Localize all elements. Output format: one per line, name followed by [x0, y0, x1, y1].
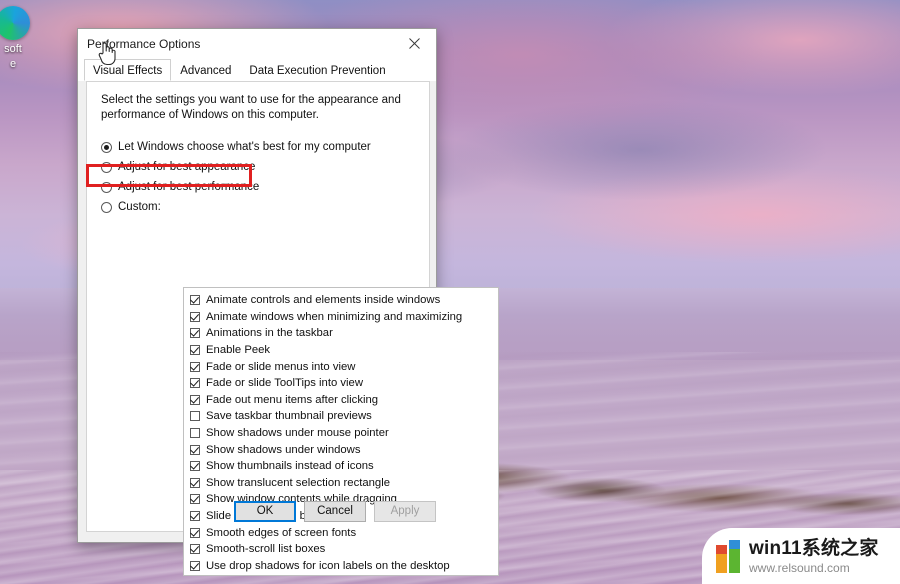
checkbox-icon	[190, 328, 200, 339]
checkbox-icon	[190, 461, 200, 472]
radio-button-icon	[101, 201, 112, 213]
desktop-icon-edge[interactable]: soft e	[0, 6, 40, 70]
checkbox-label: Animations in the taskbar	[206, 327, 333, 340]
checkbox-label: Show translucent selection rectangle	[206, 476, 390, 489]
checkbox-icon	[190, 477, 200, 488]
checkbox-label: Smooth edges of screen fonts	[206, 526, 357, 539]
checkbox-icon	[190, 560, 200, 571]
checkbox-label: Show shadows under mouse pointer	[206, 427, 389, 440]
checkbox-label: Smooth-scroll list boxes	[206, 543, 326, 556]
win11-logo-icon	[716, 539, 740, 573]
radio-button-icon	[101, 141, 112, 153]
checkbox-row[interactable]: Animate controls and elements inside win…	[190, 292, 498, 309]
radio-label: Let Windows choose what's best for my co…	[118, 141, 371, 153]
watermark-text: win11系统之家 www.relsound.com	[749, 539, 879, 574]
checkbox-row[interactable]: Enable Peek	[190, 342, 498, 359]
checkbox-icon	[190, 428, 200, 439]
checkbox-row[interactable]: Animate windows when minimizing and maxi…	[190, 309, 498, 326]
performance-radio-group: Let Windows choose what's best for my co…	[101, 137, 429, 217]
radio-adjust-for-best-performance[interactable]: Adjust for best performance	[101, 177, 429, 197]
tab-bar: Visual Effects Advanced Data Execution P…	[78, 59, 436, 81]
apply-button[interactable]: Apply	[374, 501, 436, 522]
checkbox-label: Enable Peek	[206, 344, 271, 357]
cancel-button[interactable]: Cancel	[304, 501, 366, 522]
checkbox-row[interactable]: Fade or slide menus into view	[190, 358, 498, 375]
checkbox-icon	[190, 444, 200, 455]
checkbox-icon	[190, 361, 200, 372]
checkbox-icon	[190, 311, 200, 322]
checkbox-icon	[190, 295, 200, 306]
radio-label: Adjust for best performance	[118, 181, 260, 193]
radio-adjust-for-best-appearance[interactable]: Adjust for best appearance	[101, 157, 429, 177]
checkbox-row[interactable]: Fade or slide ToolTips into view	[190, 375, 498, 392]
tab-visual-effects[interactable]: Visual Effects	[84, 59, 172, 81]
checkbox-row[interactable]: Save taskbar thumbnail previews	[190, 408, 498, 425]
checkbox-label: Animate controls and elements inside win…	[206, 294, 441, 307]
desktop-icon-label-line1: soft	[4, 43, 22, 55]
checkbox-icon	[190, 544, 200, 555]
checkbox-label: Fade or slide ToolTips into view	[206, 377, 363, 390]
checkbox-icon	[190, 527, 200, 538]
radio-button-icon	[101, 161, 112, 173]
dialog-button-row: OK Cancel Apply	[87, 501, 447, 522]
checkbox-icon	[190, 394, 200, 405]
checkbox-label: Fade or slide menus into view	[206, 360, 356, 373]
visual-effects-checkbox-list[interactable]: Animate controls and elements inside win…	[183, 287, 499, 576]
checkbox-row[interactable]: Smooth edges of screen fonts	[190, 524, 498, 541]
checkbox-row[interactable]: Animations in the taskbar	[190, 325, 498, 342]
checkbox-row[interactable]: Show shadows under windows	[190, 441, 498, 458]
checkbox-label: Show shadows under windows	[206, 443, 361, 456]
checkbox-label: Show thumbnails instead of icons	[206, 460, 374, 473]
performance-options-dialog: Performance Options Visual Effects Advan…	[77, 28, 499, 576]
radio-label: Custom:	[118, 201, 161, 213]
tab-data-execution-prevention[interactable]: Data Execution Prevention	[240, 59, 394, 81]
radio-button-icon	[101, 181, 112, 193]
ok-button[interactable]: OK	[234, 501, 296, 522]
checkbox-icon	[190, 411, 200, 422]
dialog-titlebar[interactable]: Performance Options	[78, 29, 436, 59]
dialog-title: Performance Options	[87, 36, 201, 51]
checkbox-row[interactable]: Show translucent selection rectangle	[190, 475, 498, 492]
checkbox-row[interactable]: Show thumbnails instead of icons	[190, 458, 498, 475]
tab-advanced[interactable]: Advanced	[171, 59, 240, 81]
watermark-url: www.relsound.com	[749, 560, 850, 575]
desktop-icon-label-line2: e	[9, 58, 17, 70]
checkbox-row[interactable]: Fade out menu items after clicking	[190, 392, 498, 409]
checkbox-icon	[190, 378, 200, 389]
checkbox-row[interactable]: Use drop shadows for icon labels on the …	[190, 558, 498, 575]
radio-custom[interactable]: Custom:	[101, 197, 429, 217]
checkbox-label: Fade out menu items after clicking	[206, 393, 379, 406]
checkbox-label: Use drop shadows for icon labels on the …	[206, 559, 450, 572]
visual-effects-panel: Select the settings you want to use for …	[86, 81, 499, 576]
checkbox-icon	[190, 345, 200, 356]
checkbox-row[interactable]: Show shadows under mouse pointer	[190, 425, 498, 442]
watermark-title: win11系统之家	[749, 537, 879, 559]
checkbox-label: Animate windows when minimizing and maxi…	[206, 310, 463, 323]
close-icon	[408, 38, 420, 49]
site-watermark: win11系统之家 www.relsound.com	[702, 528, 900, 584]
close-button[interactable]	[392, 29, 436, 58]
edge-icon	[0, 6, 30, 40]
desktop-background: soft e Performance Options Visual Effect…	[0, 0, 900, 584]
radio-label: Adjust for best appearance	[118, 161, 256, 173]
checkbox-label: Save taskbar thumbnail previews	[206, 410, 372, 423]
intro-text: Select the settings you want to use for …	[101, 94, 401, 121]
radio-let-windows-choose[interactable]: Let Windows choose what's best for my co…	[101, 137, 429, 157]
checkbox-row[interactable]: Smooth-scroll list boxes	[190, 541, 498, 558]
